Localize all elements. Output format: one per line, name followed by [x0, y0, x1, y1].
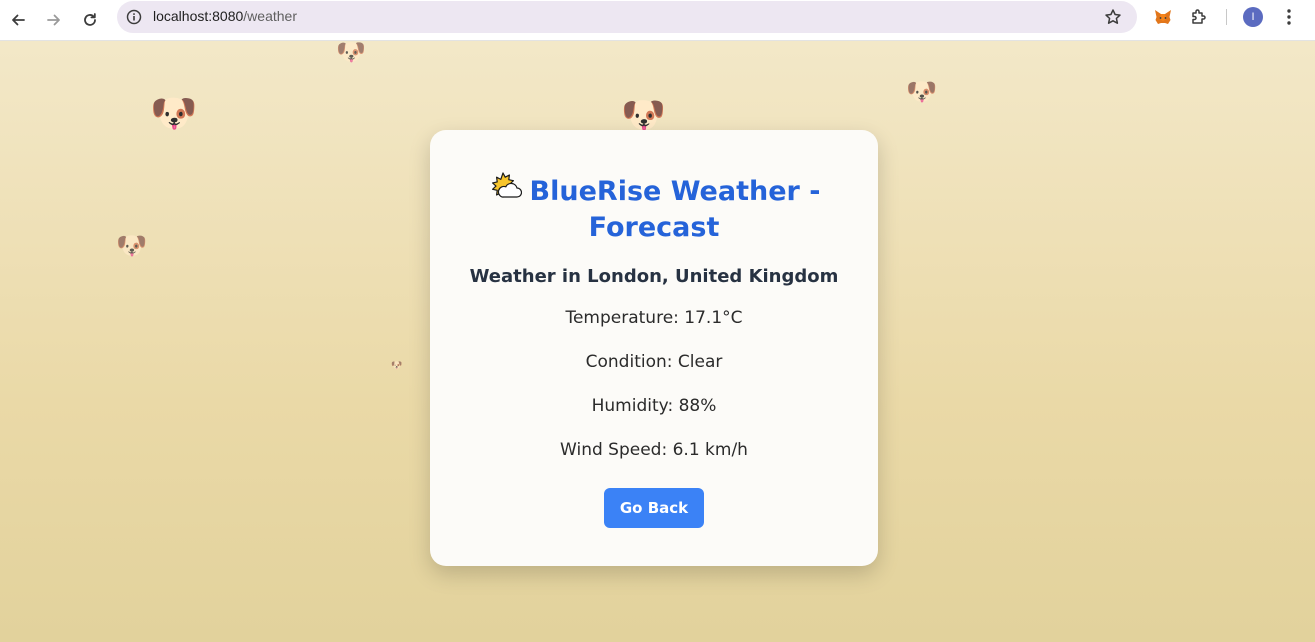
weather-card: BlueRise Weather - Forecast Weather in L… — [430, 130, 878, 566]
address-bar[interactable]: localhost:8080/weather — [117, 1, 1137, 33]
page-title: BlueRise Weather - Forecast — [470, 170, 838, 246]
toolbar-divider — [1226, 9, 1227, 25]
page-background: 🐶 🐶 🐶 🐶 🐶 🐶 BlueRise Weather - Forecast … — [0, 41, 1315, 642]
forward-arrow-icon[interactable] — [42, 8, 66, 32]
scrollbar[interactable] — [1309, 41, 1315, 642]
more-menu-icon[interactable] — [1279, 7, 1299, 27]
dog-face-icon: 🐶 — [621, 94, 666, 135]
back-arrow-icon[interactable] — [6, 8, 30, 32]
bookmark-star-icon[interactable] — [1103, 7, 1123, 27]
dog-face-icon: 🐶 — [336, 41, 366, 66]
url-host: localhost:8080 — [153, 8, 244, 24]
condition-text: Condition: Clear — [585, 352, 723, 372]
url-text[interactable]: localhost:8080/weather — [153, 8, 297, 24]
dog-face-icon: 🐶 — [116, 232, 148, 260]
site-info-icon[interactable] — [125, 8, 143, 26]
dog-face-icon: 🐶 — [906, 78, 938, 106]
sun-behind-cloud-icon — [491, 172, 522, 198]
extensions-puzzle-icon[interactable] — [1188, 6, 1210, 28]
dog-face-icon: 🐶 — [150, 93, 198, 135]
humidity-text: Humidity: 88% — [591, 396, 717, 416]
dog-face-icon: 🐶 — [391, 360, 403, 370]
title-text: BlueRise Weather - Forecast — [529, 176, 821, 243]
profile-avatar[interactable]: I — [1243, 7, 1263, 27]
wind-speed-text: Wind Speed: 6.1 km/h — [560, 440, 748, 460]
weather-stats: Temperature: 17.1°C Condition: Clear Hum… — [430, 307, 878, 462]
temperature-text: Temperature: 17.1°C — [565, 308, 743, 328]
go-back-button[interactable]: Go Back — [603, 488, 705, 528]
url-path: /weather — [243, 8, 297, 24]
browser-toolbar: localhost:8080/weather I — [0, 0, 1315, 41]
location-heading: Weather in London, United Kingdom — [469, 266, 839, 287]
metamask-fox-icon[interactable] — [1152, 6, 1174, 28]
reload-icon[interactable] — [78, 8, 102, 32]
